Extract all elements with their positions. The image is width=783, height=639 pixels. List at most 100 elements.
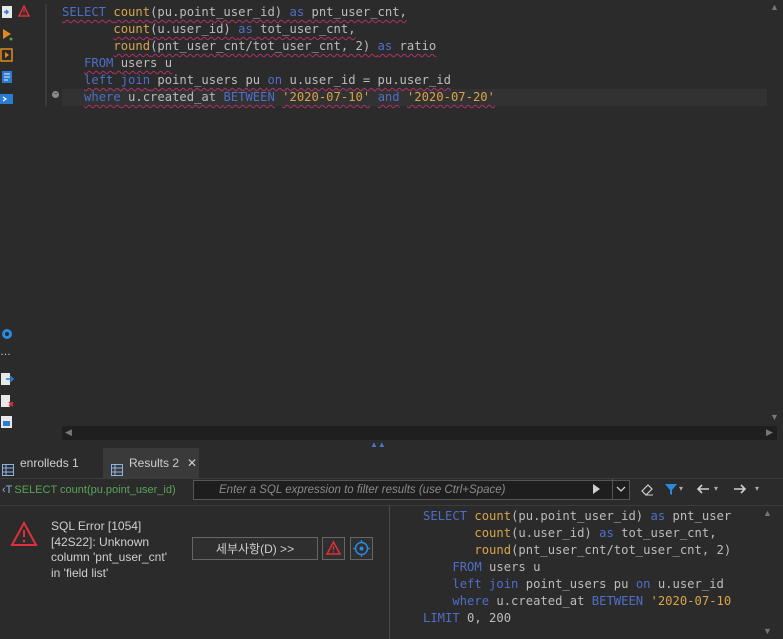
- code-token: SELECT: [62, 5, 114, 19]
- search-error-button[interactable]: [350, 537, 373, 560]
- code-line: FROM users u: [62, 55, 781, 72]
- execute-statement-icon[interactable]: [0, 27, 14, 41]
- back-dropdown-icon[interactable]: ▾: [714, 484, 718, 493]
- error-marker-icon: [17, 4, 31, 22]
- clear-filter-eraser-icon[interactable]: [640, 482, 654, 501]
- code-token: left join: [452, 577, 519, 591]
- code-token: BETWEEN: [591, 594, 644, 608]
- code-token: LIMIT: [423, 611, 460, 625]
- code-token: FROM: [84, 56, 114, 70]
- sql-editor[interactable]: − SELECT count(pu.point_user_id) as pnt_…: [16, 0, 781, 440]
- code-token: round: [474, 543, 512, 557]
- filter-funnel-icon[interactable]: [664, 482, 678, 501]
- save-script-icon[interactable]: [0, 5, 14, 19]
- code-token: as: [377, 39, 393, 53]
- code-token: (pnt_user_cnt/tot_user_cnt, 2): [511, 543, 732, 557]
- scroll-down-icon[interactable]: ▼: [763, 626, 772, 636]
- code-token: as: [650, 509, 666, 523]
- apply-filter-icon[interactable]: [591, 482, 601, 501]
- code-line: where u.created_at BETWEEN '2020-07-10' …: [62, 89, 781, 106]
- code-line: count(u.user_id) as tot_user_cnt,: [423, 525, 759, 542]
- code-token: 0, 200: [459, 611, 512, 625]
- export-icon[interactable]: [0, 372, 14, 386]
- code-token: where: [452, 594, 490, 608]
- code-token: pnt_user: [665, 509, 732, 523]
- details-button[interactable]: 세부사항(D) >>: [192, 537, 318, 560]
- code-token: as: [289, 5, 305, 19]
- code-token: '2020-07-10: [650, 594, 732, 608]
- editor-ruler: [45, 4, 47, 106]
- forward-arrow-icon[interactable]: [732, 482, 748, 501]
- code-line: left join point_users pu on u.user_id = …: [62, 72, 781, 89]
- code-line: LIMIT 0, 200: [423, 610, 759, 627]
- code-token: u.user_id = pu.user_id: [282, 73, 451, 87]
- code-token: (pnt_user_cnt/tot_user_cnt, 2): [150, 39, 378, 53]
- code-token: u.created_at: [489, 594, 592, 608]
- code-token: ratio: [392, 39, 437, 53]
- code-line: round(pnt_user_cnt/tot_user_cnt, 2) as r…: [62, 38, 781, 55]
- error-code: [42S22]: Unknown: [51, 534, 150, 549]
- tab-label: enrolleds 1: [20, 456, 79, 470]
- scroll-right-icon[interactable]: ▶: [766, 427, 773, 438]
- code-line: where u.created_at BETWEEN '2020-07-10: [423, 593, 759, 610]
- code-token: round: [113, 39, 151, 53]
- tab-enrolleds[interactable]: enrolleds 1: [2, 448, 100, 478]
- scroll-left-icon[interactable]: ◀: [65, 427, 72, 438]
- close-tab-icon[interactable]: ✕: [187, 456, 197, 470]
- sql-error-message: SQL Error [1054] [42S22]: Unknown column…: [51, 519, 181, 581]
- code-token: on: [635, 577, 651, 591]
- show-error-log-button[interactable]: [322, 537, 345, 560]
- editor-vertical-scrollbar[interactable]: ▲ ▼: [767, 0, 781, 425]
- editor-horizontal-scrollbar[interactable]: ◀ ▶: [62, 426, 777, 440]
- settings-gear-icon[interactable]: [0, 327, 14, 341]
- filter-history-dropdown-icon[interactable]: [612, 479, 626, 499]
- code-token: on: [267, 73, 283, 87]
- code-token: as: [599, 526, 614, 540]
- execute-script-icon[interactable]: [0, 48, 14, 62]
- code-token: tot_user_cnt,: [252, 22, 356, 36]
- code-token: '2020-07-20': [406, 90, 495, 104]
- code-token: count: [474, 526, 512, 540]
- code-token: and: [377, 90, 400, 104]
- error-detail: column 'pnt_user_cnt': [51, 550, 167, 564]
- back-arrow-icon[interactable]: [695, 482, 711, 501]
- code-token: (u.user_id): [150, 22, 239, 36]
- filter-bar: ‹TSELECT count(pu.point_user_id) ▾ ▾ ▾: [0, 479, 783, 504]
- scroll-up-icon[interactable]: ▲: [763, 508, 772, 518]
- result-tabs: enrolleds 1 Results 2 ✕: [0, 448, 783, 479]
- code-token: left join: [84, 73, 151, 87]
- explain-plan-icon[interactable]: [0, 70, 14, 84]
- code-token: point_users pu: [518, 577, 636, 591]
- query-text-scrollbar[interactable]: ▲ ▼: [760, 506, 774, 639]
- code-line: SELECT count(pu.point_user_id) as pnt_us…: [62, 4, 781, 21]
- code-token: point_users pu: [150, 73, 268, 87]
- code-token: pnt_user_cnt,: [304, 5, 407, 19]
- code-token: BETWEEN: [223, 90, 275, 104]
- tab-label: Results 2: [129, 456, 180, 470]
- delete-script-icon[interactable]: [0, 394, 14, 408]
- forward-dropdown-icon[interactable]: ▾: [755, 484, 759, 493]
- format-sql-icon[interactable]: [0, 415, 14, 429]
- result-divider[interactable]: [389, 506, 390, 639]
- more-options-icon[interactable]: …: [0, 347, 14, 361]
- fold-collapse-icon[interactable]: −: [52, 91, 59, 98]
- code-token: (pu.point_user_id): [511, 509, 651, 523]
- filter-expression-input[interactable]: [193, 480, 630, 500]
- filter-menu-dropdown-icon[interactable]: ▾: [679, 484, 683, 493]
- panel-resize-sash[interactable]: ▲▲▼▼: [0, 440, 783, 455]
- code-token: where: [84, 90, 121, 104]
- sql-query-icon: ‹T: [2, 484, 13, 496]
- scroll-up-icon[interactable]: ▲: [770, 2, 779, 12]
- code-token: count: [113, 5, 151, 19]
- scroll-down-icon[interactable]: ▼: [770, 412, 779, 422]
- active-query-label[interactable]: ‹T SELECT count(pu.point_user_id): [2, 484, 188, 496]
- editor-code[interactable]: SELECT count(pu.point_user_id) as pnt_us…: [62, 4, 781, 106]
- open-terminal-icon[interactable]: [0, 92, 14, 106]
- code-token: FROM: [452, 560, 482, 574]
- tab-results[interactable]: Results 2 ✕: [103, 448, 199, 478]
